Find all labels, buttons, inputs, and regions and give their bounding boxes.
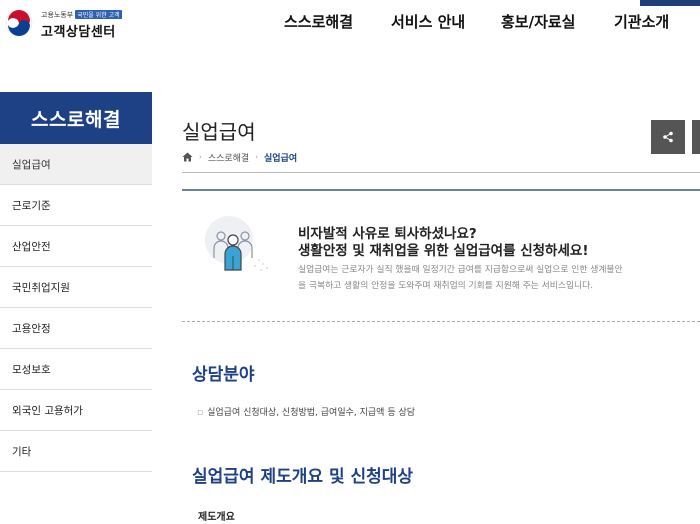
share-button[interactable]: [651, 120, 685, 154]
subsection-label: 제도개요: [198, 512, 235, 523]
home-icon[interactable]: [182, 152, 193, 162]
bullet-dot: ▫: [197, 408, 204, 418]
section-title-overview: 실업급여 제도개요 및 신청대상: [192, 467, 414, 487]
global-nav: 스스로해결 서비스 안내 홍보/자료실 기관소개: [0, 11, 700, 35]
breadcrumb: › 스스로해결 › 실업급여: [182, 150, 297, 164]
sidebar-item-etc[interactable]: 기타: [0, 431, 152, 472]
list-item-text: 실업급여 신청대상, 신청방법, 급여일수, 지급액 등 상담: [207, 408, 416, 418]
sidebar-title: 스스로해결: [0, 92, 152, 144]
header-corner-button[interactable]: [640, 0, 700, 6]
breadcrumb-item[interactable]: 스스로해결: [208, 151, 249, 164]
people-group-icon: [205, 216, 268, 271]
breadcrumb-current: 실업급여: [264, 153, 298, 164]
sidebar-menu: 실업급여 근로기준 산업안전 국민취업지원 고용안정 모성보호 외국인 고용허가…: [0, 144, 152, 472]
intro-subheading: 생활안정 및 재취업을 위한 실업급여를 신청하세요!: [298, 243, 589, 259]
site-header: 고용노동부 국민을 위한 고객 고객상담센터 스스로해결 서비스 안내 홍보/자료…: [0, 0, 700, 46]
divider: [182, 172, 700, 173]
nav-service-guide[interactable]: 서비스 안내: [391, 11, 465, 32]
page-title: 실업급여: [182, 120, 256, 144]
nav-about[interactable]: 기관소개: [614, 11, 669, 32]
share-icon: [663, 131, 673, 143]
nav-pr-materials[interactable]: 홍보/자료실: [501, 11, 575, 32]
divider: [182, 321, 700, 322]
nav-self-solve[interactable]: 스스로해결: [284, 11, 353, 32]
sidebar-item-labor-standards[interactable]: 근로기준: [0, 185, 152, 226]
sidebar-item-unemployment-benefit[interactable]: 실업급여: [0, 144, 152, 185]
divider: [182, 189, 700, 191]
list-item: ▫ 실업급여 신청대상, 신청방법, 급여일수, 지급액 등 상담: [197, 405, 415, 418]
sidebar-item-maternity[interactable]: 모성보호: [0, 349, 152, 390]
print-button[interactable]: [692, 120, 700, 154]
section-title-consultation: 상담분야: [192, 365, 255, 385]
sidebar-item-industrial-safety[interactable]: 산업안전: [0, 226, 152, 267]
breadcrumb-separator: ›: [199, 153, 202, 161]
sidebar-item-employment-stability[interactable]: 고용안정: [0, 308, 152, 349]
intro-description-line: 실업급여는 근로자가 실직 했을때 일정기간 급여를 지급함으로써 실업으로 인…: [298, 265, 623, 275]
sidebar-item-employment-support[interactable]: 국민취업지원: [0, 267, 152, 308]
breadcrumb-separator: ›: [255, 153, 259, 161]
intro-description-line: 을 극복하고 생활의 안정을 도와주며 재취업의 기회를 지원해 주는 서비스입…: [298, 281, 594, 291]
sidebar-item-foreign-permit[interactable]: 외국인 고용허가: [0, 390, 152, 431]
intro-description: 실업급여는 근로자가 실직 했을때 일정기간 급여를 지급함으로써 실업으로 인…: [298, 262, 700, 294]
